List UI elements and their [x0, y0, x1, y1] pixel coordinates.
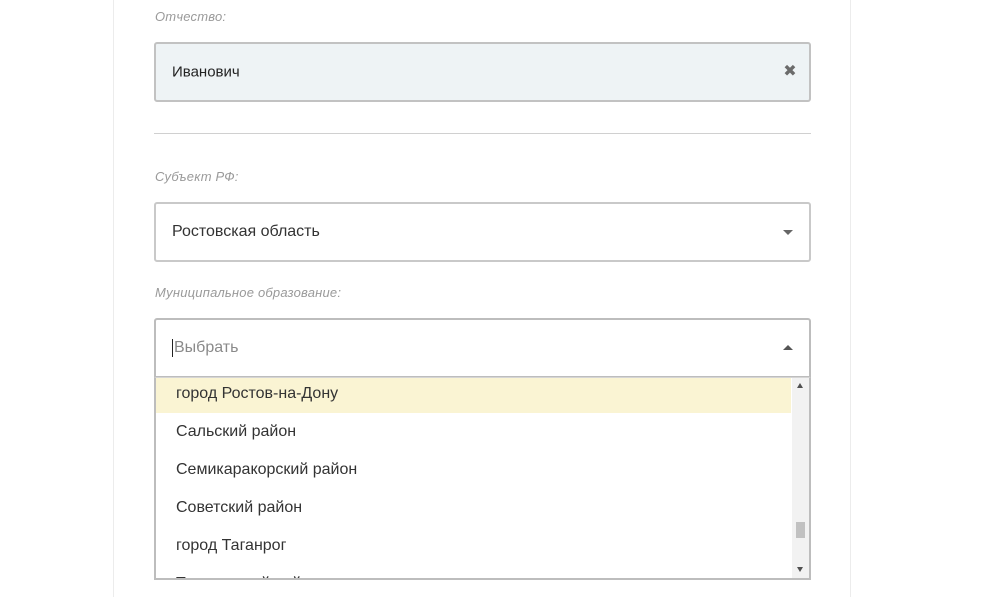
chevron-up-icon[interactable] — [783, 345, 793, 350]
municipality-label: Муниципальное образование: — [155, 285, 342, 300]
patronymic-label: Отчество: — [155, 9, 227, 24]
page: Отчество: Иванович ✖ Субъект РФ: Ростовс… — [0, 0, 988, 597]
options-list: город Ростов-на-Дону Сальский район Семи… — [156, 378, 791, 578]
option-taganrog[interactable]: город Таганрог — [156, 527, 791, 565]
option-semikarakorsky[interactable]: Семикаракорский район — [156, 451, 791, 489]
scroll-thumb[interactable] — [796, 522, 805, 538]
scroll-up-icon[interactable] — [797, 383, 803, 388]
scroll-down-icon[interactable] — [797, 567, 803, 572]
patronymic-value: Иванович — [172, 63, 240, 81]
option-sovetsky[interactable]: Советский район — [156, 489, 791, 527]
region-selected-value: Ростовская область — [172, 223, 320, 240]
municipality-dropdown-list[interactable]: город Ростов-на-Дону Сальский район Семи… — [154, 377, 811, 580]
close-icon[interactable]: ✖ — [783, 64, 797, 80]
region-label: Субъект РФ: — [155, 169, 239, 184]
option-rostov-on-don[interactable]: город Ростов-на-Дону — [156, 378, 791, 413]
municipality-select[interactable] — [154, 318, 811, 378]
chevron-down-icon[interactable] — [783, 230, 793, 235]
region-select[interactable]: Ростовская область — [154, 202, 811, 262]
option-salsky[interactable]: Сальский район — [156, 413, 791, 451]
option-tarasovsky[interactable]: Тарасовский район — [156, 565, 791, 578]
patronymic-field[interactable]: Иванович ✖ — [154, 42, 811, 102]
dropdown-scrollbar[interactable] — [792, 378, 809, 578]
municipality-search-input[interactable] — [172, 339, 754, 357]
section-divider — [154, 133, 811, 134]
